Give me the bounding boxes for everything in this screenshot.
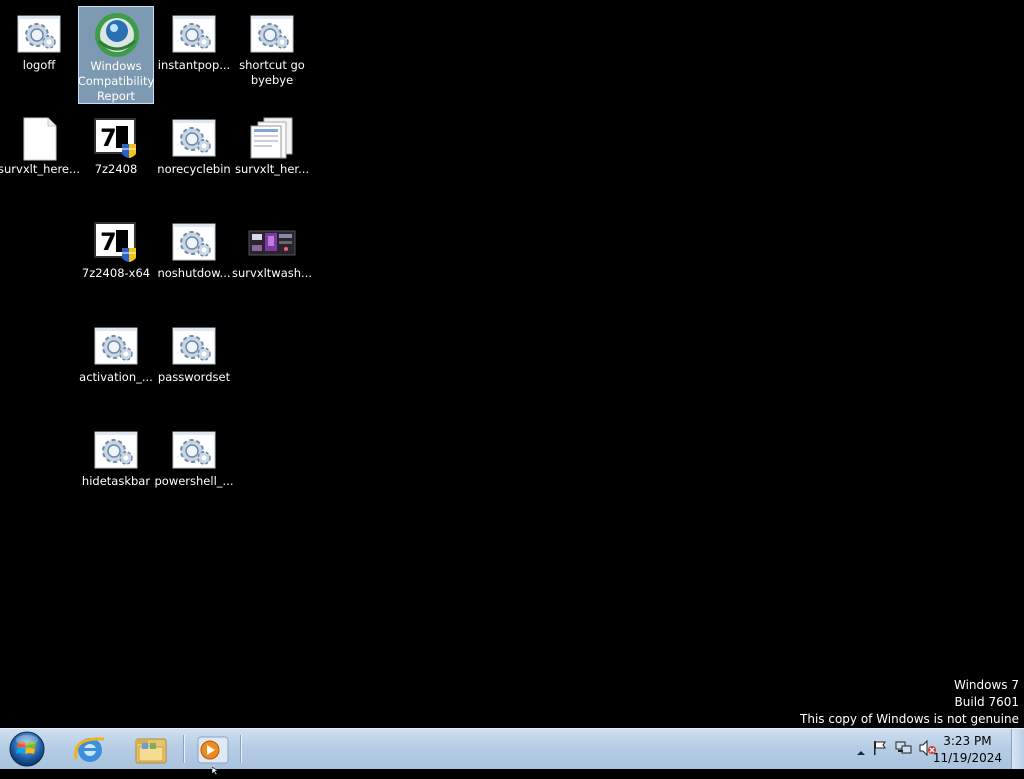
windows-explorer-icon [135,738,167,764]
desktop-icon-survxltwash[interactable]: survxltwash... [232,214,312,310]
desktop-icon-logoff[interactable]: logoff [1,6,77,102]
taskbar-windows-explorer[interactable] [124,729,178,769]
script-gear-icon [92,322,140,370]
desktop-icon-noshutdown[interactable]: noshutdow... [156,214,232,310]
desktop-icon-activation[interactable]: activation_... [78,318,154,414]
7zip-installer-icon: 7 [92,114,140,162]
taskbar-separator [183,735,184,763]
taskbar-clock[interactable]: 3:23 PM 11/19/2024 [933,733,1002,767]
taskbar-separator [240,735,241,763]
svg-text:7: 7 [100,124,117,152]
script-gear-icon [170,426,218,474]
desktop-icon-passwordset[interactable]: passwordset [156,318,232,414]
show-desktop-button[interactable] [1011,729,1024,769]
script-gear-icon [170,218,218,266]
show-hidden-icons-chevron-icon[interactable] [856,743,866,762]
script-gear-icon [92,426,140,474]
clock-date: 11/19/2024 [932,751,1002,765]
icon-label: passwordset [157,370,231,384]
script-gear-icon [170,322,218,370]
watermark-build: Build 7601 [954,695,1019,709]
desktop[interactable]: logoff Windows Compatibility Report inst… [0,0,1024,728]
icon-label: 7z2408 [94,162,138,176]
internet-explorer-icon [74,737,105,762]
svg-text:7: 7 [100,228,117,256]
action-center-flag-icon[interactable] [872,740,888,760]
clock-time: 3:23 PM [943,734,992,748]
icon-label: powershell_... [154,474,234,488]
icon-label: instantpop... [157,58,231,72]
image-thumbnail-icon [248,218,296,266]
windows-orb-icon [9,731,45,767]
script-gear-icon [170,10,218,58]
icon-label: shortcut go byebye [239,58,305,87]
script-gear-icon [170,114,218,162]
desktop-icon-7z2408-x64[interactable]: 7 7z2408-x64 [78,214,154,310]
start-button[interactable] [4,729,50,769]
compatibility-report-icon [93,11,141,59]
icon-label: hidetaskbar [81,474,151,488]
system-tray: 3:23 PM 11/19/2024 [834,729,1024,769]
script-gear-icon [15,10,63,58]
blank-document-icon [15,114,63,162]
icon-label: survxltwash... [231,266,313,280]
icon-label: noshutdow... [157,266,231,280]
icon-label: logoff [22,58,56,72]
desktop-icon-windows-compatibility-report[interactable]: Windows Compatibility Report [78,6,154,104]
7zip-installer-icon: 7 [92,218,140,266]
icon-label: survxlt_here... [0,162,80,176]
desktop-icon-norecyclebin[interactable]: norecyclebin [156,110,232,206]
icon-label: survxlt_her... [234,162,310,176]
icon-label: Windows Compatibility Report [77,59,155,103]
mouse-cursor-icon [211,760,220,779]
taskbar: 3:23 PM 11/19/2024 [0,728,1024,769]
folder-documents-icon [248,114,296,162]
taskbar-internet-explorer[interactable] [64,729,118,769]
desktop-icon-hidetaskbar[interactable]: hidetaskbar [78,422,154,518]
icon-label: activation_... [79,370,153,384]
watermark-genuine-notice: This copy of Windows is not genuine [800,712,1019,726]
icon-label: 7z2408-x64 [81,266,151,280]
desktop-icon-instantpop[interactable]: instantpop... [156,6,232,102]
desktop-icon-survxlt-her-folder[interactable]: survxlt_her... [234,110,310,206]
desktop-icon-survxlt-here-document[interactable]: survxlt_here... [0,110,80,206]
watermark-os-name: Windows 7 [953,678,1019,692]
desktop-icon-powershell[interactable]: powershell_... [154,422,234,518]
icon-label: norecyclebin [157,162,231,176]
desktop-icon-shortcut-go-byebye[interactable]: shortcut go byebye [234,6,310,102]
network-icon[interactable] [895,740,913,760]
windows-watermark: Windows 7 Build 7601 This copy of Window… [800,677,1019,728]
desktop-icon-7z2408[interactable]: 7 7z2408 [78,110,154,206]
script-gear-icon [248,10,296,58]
